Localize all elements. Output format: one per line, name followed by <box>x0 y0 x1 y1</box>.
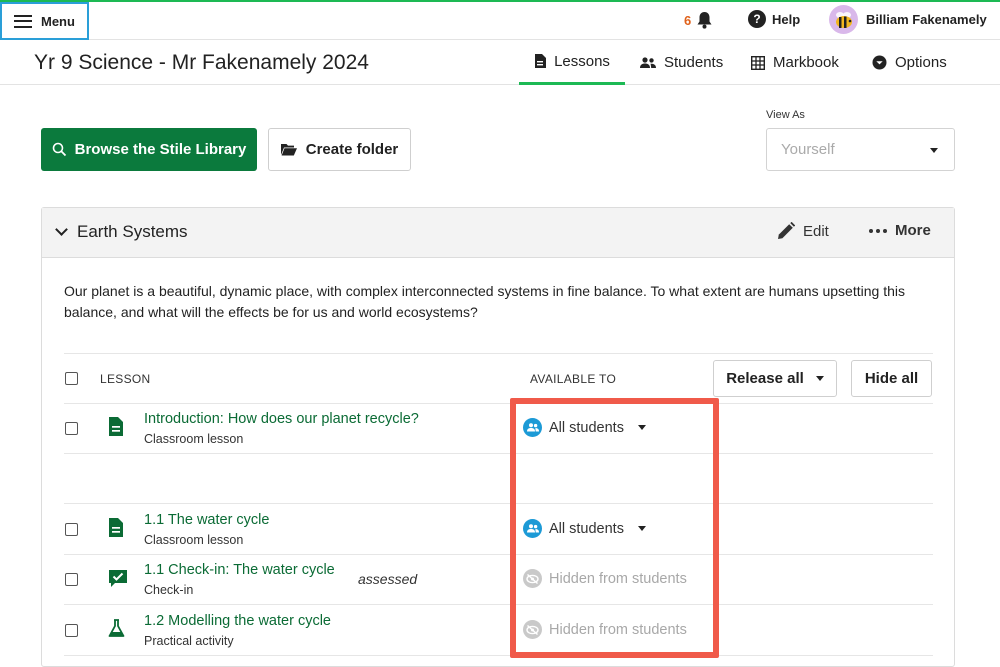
lesson-title-link[interactable]: 1.1 The water cycle <box>144 512 269 528</box>
view-as-value: Yourself <box>781 141 835 158</box>
grid-icon <box>751 55 765 70</box>
availability-dropdown[interactable]: All students <box>523 418 646 437</box>
availability-label: All students <box>549 520 624 537</box>
availability-dropdown[interactable]: Hidden from students <box>523 569 687 588</box>
tab-label: Markbook <box>773 54 839 71</box>
select-all-checkbox[interactable] <box>65 372 78 385</box>
caret-down-icon <box>637 425 646 430</box>
lesson-column-header: LESSON <box>100 372 151 386</box>
row-checkbox[interactable] <box>65 422 78 435</box>
more-dots-icon <box>869 228 887 233</box>
help-icon: ? <box>748 10 766 28</box>
avatar <box>829 5 858 34</box>
students-icon <box>523 418 542 437</box>
table-row-empty <box>64 454 933 504</box>
browse-library-label: Browse the Stile Library <box>74 141 247 158</box>
lesson-title-link[interactable]: Introduction: How does our planet recycl… <box>144 411 419 427</box>
hide-all-label: Hide all <box>864 370 919 387</box>
tab-label: Students <box>664 54 724 71</box>
lesson-title-link[interactable]: 1.2 Modelling the water cycle <box>144 613 331 629</box>
unit-toggle[interactable]: Earth Systems <box>55 222 188 242</box>
table-row: 1.1 Check-in: The water cycle Check-in a… <box>64 555 933 605</box>
release-all-button[interactable]: Release all <box>713 360 837 397</box>
view-as-label: View As <box>766 109 805 121</box>
caret-down-icon <box>930 148 938 153</box>
page-title: Yr 9 Science - Mr Fakenamely 2024 <box>34 51 369 74</box>
notification-count: 6 <box>684 12 692 28</box>
hamburger-icon <box>14 14 32 28</box>
row-checkbox[interactable] <box>65 573 78 586</box>
table-row: 1.2 Modelling the water cycle Practical … <box>64 605 933 656</box>
lesson-type: Classroom lesson <box>144 533 244 547</box>
menu-button[interactable]: Menu <box>0 2 89 40</box>
students-icon <box>523 519 542 538</box>
availability-dropdown[interactable]: Hidden from students <box>523 620 687 639</box>
unit-header: Earth Systems Edit More <box>42 208 954 258</box>
caret-down-icon <box>815 376 824 381</box>
edit-label: Edit <box>803 222 829 240</box>
lesson-type: Practical activity <box>144 634 234 648</box>
lesson-title-link[interactable]: 1.1 Check-in: The water cycle <box>144 562 335 578</box>
search-icon <box>52 142 66 157</box>
browse-library-button[interactable]: Browse the Stile Library <box>41 128 257 171</box>
user-name: Billiam Fakenamely <box>866 12 987 27</box>
more-label: More <box>895 222 931 239</box>
checkbox-icon <box>109 570 127 587</box>
people-icon <box>640 56 656 68</box>
view-as-select[interactable]: Yourself <box>766 128 955 171</box>
help-button[interactable]: ? Help <box>748 10 800 28</box>
unit-description: Our planet is a beautiful, dynamic place… <box>64 283 905 320</box>
flask-icon <box>108 619 125 637</box>
chevron-down-icon <box>55 223 68 236</box>
user-menu[interactable]: Billiam Fakenamely <box>829 5 987 34</box>
tab-markbook[interactable]: Markbook <box>751 40 839 85</box>
assessed-label: assessed <box>358 571 418 587</box>
create-folder-button[interactable]: Create folder <box>268 128 411 171</box>
top-bar: Menu 6 ? Help Billiam Fakenamely <box>0 0 1000 40</box>
availability-label: All students <box>549 419 624 436</box>
more-button[interactable]: More <box>869 222 931 239</box>
bell-icon <box>697 12 712 29</box>
availability-dropdown[interactable]: All students <box>523 519 646 538</box>
notifications-button[interactable]: 6 <box>684 11 713 29</box>
tab-lessons[interactable]: Lessons <box>519 40 625 85</box>
course-header: Yr 9 Science - Mr Fakenamely 2024 Lesson… <box>0 40 1000 85</box>
table-row: Introduction: How does our planet recycl… <box>64 404 933 454</box>
help-label: Help <box>772 11 801 27</box>
tab-students[interactable]: Students <box>640 40 723 85</box>
row-checkbox[interactable] <box>65 624 78 637</box>
tab-label: Options <box>895 54 947 71</box>
menu-label: Menu <box>41 13 75 29</box>
bee-icon <box>835 11 852 28</box>
lesson-type: Classroom lesson <box>144 432 244 446</box>
tab-options[interactable]: Options <box>872 40 947 85</box>
availability-label: Hidden from students <box>549 621 687 638</box>
lesson-type: Check-in <box>144 583 194 597</box>
release-all-label: Release all <box>726 370 804 387</box>
chevron-circle-icon <box>872 55 887 70</box>
unit-title: Earth Systems <box>77 222 188 241</box>
create-folder-label: Create folder <box>305 141 399 158</box>
tab-label: Lessons <box>554 52 610 70</box>
eye-off-icon <box>523 569 542 588</box>
table-row: 1.1 The water cycle Classroom lesson All… <box>64 504 933 555</box>
document-icon <box>535 54 547 68</box>
eye-off-icon <box>523 620 542 639</box>
pencil-icon <box>778 222 795 239</box>
edit-button[interactable]: Edit <box>777 222 829 240</box>
caret-down-icon <box>637 526 646 531</box>
hide-all-button[interactable]: Hide all <box>851 360 932 397</box>
document-icon <box>109 518 123 537</box>
unit-panel: Earth Systems Edit More Our planet is a … <box>41 207 955 667</box>
row-checkbox[interactable] <box>65 523 78 536</box>
lesson-table-header: LESSON AVAILABLE TO Release all Hide all <box>64 353 933 404</box>
document-icon <box>109 417 123 436</box>
available-to-column-header: AVAILABLE TO <box>530 372 617 386</box>
availability-label: Hidden from students <box>549 570 687 587</box>
folder-open-icon <box>280 144 297 156</box>
